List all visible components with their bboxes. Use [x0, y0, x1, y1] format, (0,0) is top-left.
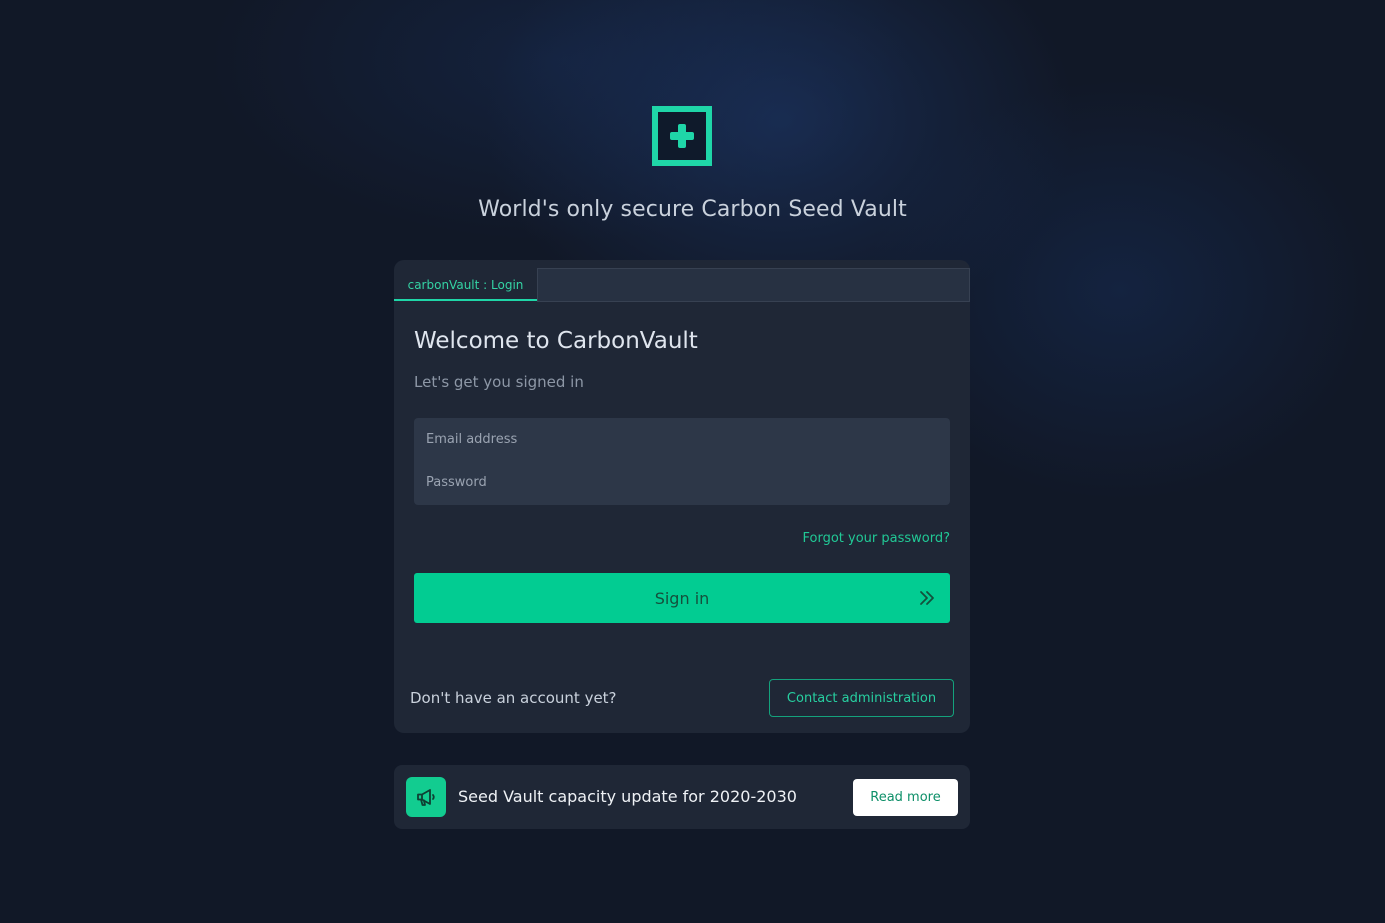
no-account-text: Don't have an account yet? — [410, 689, 617, 707]
tagline: World's only secure Carbon Seed Vault — [478, 197, 907, 222]
sign-in-label: Sign in — [654, 588, 710, 608]
login-card: carbonVault : Login Welcome to CarbonVau… — [394, 260, 970, 733]
tab-login[interactable]: carbonVault : Login — [394, 268, 537, 301]
brand-logo — [652, 106, 712, 166]
forgot-password-link[interactable]: Forgot your password? — [802, 531, 950, 546]
credentials-group — [414, 418, 950, 505]
email-field[interactable] — [414, 418, 950, 461]
read-more-button[interactable]: Read more — [853, 779, 958, 816]
announcement-banner: Seed Vault capacity update for 2020-2030… — [394, 765, 970, 829]
contact-administration-button[interactable]: Contact administration — [769, 679, 954, 717]
plus-square-icon — [670, 124, 694, 148]
double-chevron-right-icon — [920, 591, 934, 605]
page-subtitle: Let's get you signed in — [414, 373, 584, 391]
megaphone-icon — [417, 789, 435, 806]
announcement-icon-box — [406, 777, 446, 817]
tab-bar-filler — [537, 268, 970, 302]
announcement-text: Seed Vault capacity update for 2020-2030 — [458, 787, 797, 806]
password-field[interactable] — [414, 461, 950, 504]
sign-in-button[interactable]: Sign in — [414, 573, 950, 623]
page-title: Welcome to CarbonVault — [414, 328, 698, 354]
tab-bar: carbonVault : Login — [394, 268, 970, 302]
